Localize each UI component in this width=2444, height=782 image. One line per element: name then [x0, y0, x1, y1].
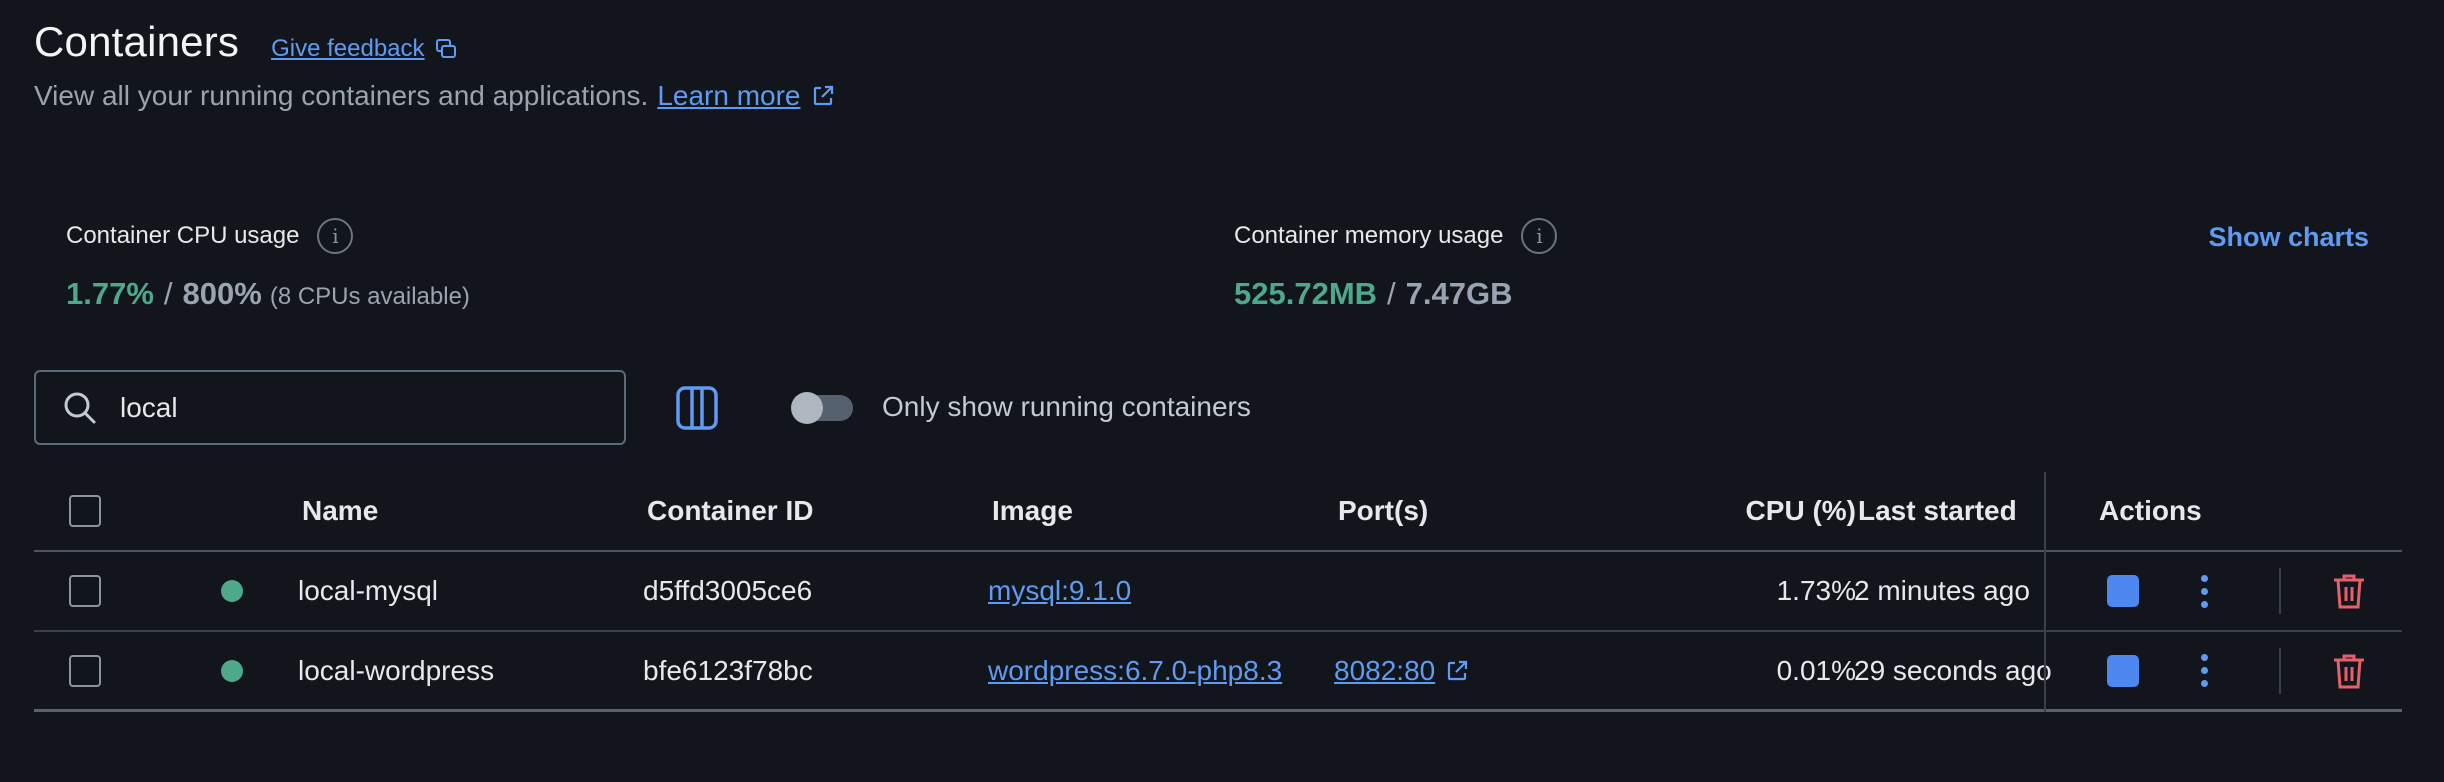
status-cell: [221, 552, 243, 630]
give-feedback-link[interactable]: Give feedback: [271, 35, 456, 63]
stop-button[interactable]: [2107, 575, 2139, 607]
row-checkbox-cell: [69, 552, 101, 630]
action-separator-cell: [2279, 632, 2281, 709]
table-row[interactable]: local-wordpress bfe6123f78bc wordpress:6…: [34, 632, 2402, 712]
give-feedback-label: Give feedback: [271, 35, 425, 62]
show-charts-button[interactable]: Show charts: [2208, 222, 2369, 253]
container-name[interactable]: local-mysql: [298, 552, 438, 630]
row-checkbox[interactable]: [69, 654, 101, 687]
cpu-percent: 1.73%: [1776, 575, 1856, 606]
table-row[interactable]: local-mysql d5ffd3005ce6 mysql:9.1.0 1.7…: [34, 552, 2402, 632]
running-status-dot: [221, 580, 243, 602]
column-header-name[interactable]: Name: [302, 472, 378, 550]
container-name[interactable]: local-wordpress: [298, 632, 494, 709]
memory-used: 525.72MB: [1234, 276, 1378, 311]
subtitle-text: View all your running containers and app…: [34, 80, 649, 111]
last-started: 2 minutes ago: [1854, 575, 2030, 606]
select-all-checkbox[interactable]: [69, 495, 101, 527]
more-actions-icon[interactable]: [2201, 574, 2208, 608]
cpu-note: (8 CPUs available): [269, 283, 470, 310]
image-link[interactable]: wordpress:6.7.0-php8.3: [988, 632, 1282, 709]
running-only-toggle[interactable]: [791, 392, 853, 424]
stop-button[interactable]: [2107, 654, 2139, 687]
containers-table: Name Container ID Image Port(s) CPU (%) …: [34, 472, 2402, 712]
search-box[interactable]: [34, 370, 626, 445]
column-header-actions: Actions: [2099, 495, 2202, 526]
info-icon[interactable]: i: [1521, 218, 1558, 254]
memory-usage-label: Container memory usage: [1234, 222, 1504, 249]
separator: /: [1387, 276, 1396, 311]
running-status-dot: [221, 659, 243, 682]
toggle-knob: [791, 392, 823, 424]
delete-cell: [2331, 552, 2367, 630]
container-id: bfe6123f78bc: [643, 654, 813, 686]
memory-usage-label-row: Container memory usage i: [1234, 218, 1558, 254]
external-link-icon: [813, 85, 833, 106]
ports-cell: 8082:80: [1334, 632, 1469, 709]
learn-more-label: Learn more: [657, 80, 801, 111]
separator: /: [163, 276, 173, 311]
more-actions-icon[interactable]: [2201, 654, 2208, 687]
stop-button-cell: [2107, 552, 2139, 630]
search-icon: [64, 392, 96, 423]
row-checkbox-cell: [69, 632, 101, 709]
column-header-image[interactable]: Image: [992, 472, 1073, 550]
title-row: Containers Give feedback: [34, 18, 457, 66]
cpu-used: 1.77%: [66, 276, 154, 311]
trash-icon[interactable]: [2331, 652, 2367, 690]
column-header-ports[interactable]: Port(s): [1338, 472, 1428, 550]
more-actions-cell: [2201, 552, 2208, 630]
cpu-usage-label-row: Container CPU usage i: [66, 218, 470, 254]
cpu-usage-stat: Container CPU usage i 1.77% / 800% (8 CP…: [66, 218, 470, 312]
table-header-row: Name Container ID Image Port(s) CPU (%) …: [34, 472, 2402, 552]
cpu-total: 800%: [182, 276, 262, 311]
cpu-percent: 0.01%: [1776, 654, 1856, 686]
memory-usage-stat: Container memory usage i 525.72MB / 7.47…: [1234, 218, 1558, 312]
memory-usage-value: 525.72MB / 7.47GB: [1234, 276, 1557, 312]
last-started: 29 seconds ago: [1854, 654, 2052, 686]
actions-column-divider: [2044, 472, 2046, 712]
external-link-icon[interactable]: [1445, 659, 1469, 683]
column-header-last-started[interactable]: Last started: [1858, 472, 2017, 550]
learn-more-link[interactable]: Learn more: [657, 80, 834, 112]
image-link[interactable]: mysql:9.1.0: [988, 552, 1131, 630]
columns-icon[interactable]: [676, 386, 718, 430]
action-separator: [2279, 568, 2281, 614]
containers-page: Containers Give feedback View all your r…: [0, 0, 2444, 782]
action-separator: [2279, 647, 2281, 694]
status-cell: [221, 632, 243, 709]
column-header-container-id[interactable]: Container ID: [647, 472, 813, 550]
cpu-usage-value: 1.77% / 800% (8 CPUs available): [66, 276, 470, 312]
port-link[interactable]: 8082:80: [1334, 655, 1435, 687]
info-icon[interactable]: i: [317, 218, 354, 254]
feedback-icon: [435, 39, 456, 58]
delete-cell: [2331, 632, 2367, 709]
page-title: Containers: [34, 18, 240, 65]
stop-button-cell: [2107, 632, 2139, 709]
container-id: d5ffd3005ce6: [643, 575, 813, 606]
search-input[interactable]: [120, 391, 600, 424]
trash-icon[interactable]: [2331, 572, 2367, 610]
select-all-cell: [69, 472, 101, 550]
column-header-cpu[interactable]: CPU (%): [1634, 472, 1856, 550]
memory-total: 7.47GB: [1405, 276, 1513, 311]
running-only-label: Only show running containers: [882, 391, 1251, 422]
row-checkbox[interactable]: [69, 575, 101, 607]
more-actions-cell: [2201, 632, 2208, 709]
page-subtitle: View all your running containers and app…: [34, 80, 835, 112]
action-separator-cell: [2279, 552, 2281, 630]
cpu-usage-label: Container CPU usage: [66, 222, 300, 249]
